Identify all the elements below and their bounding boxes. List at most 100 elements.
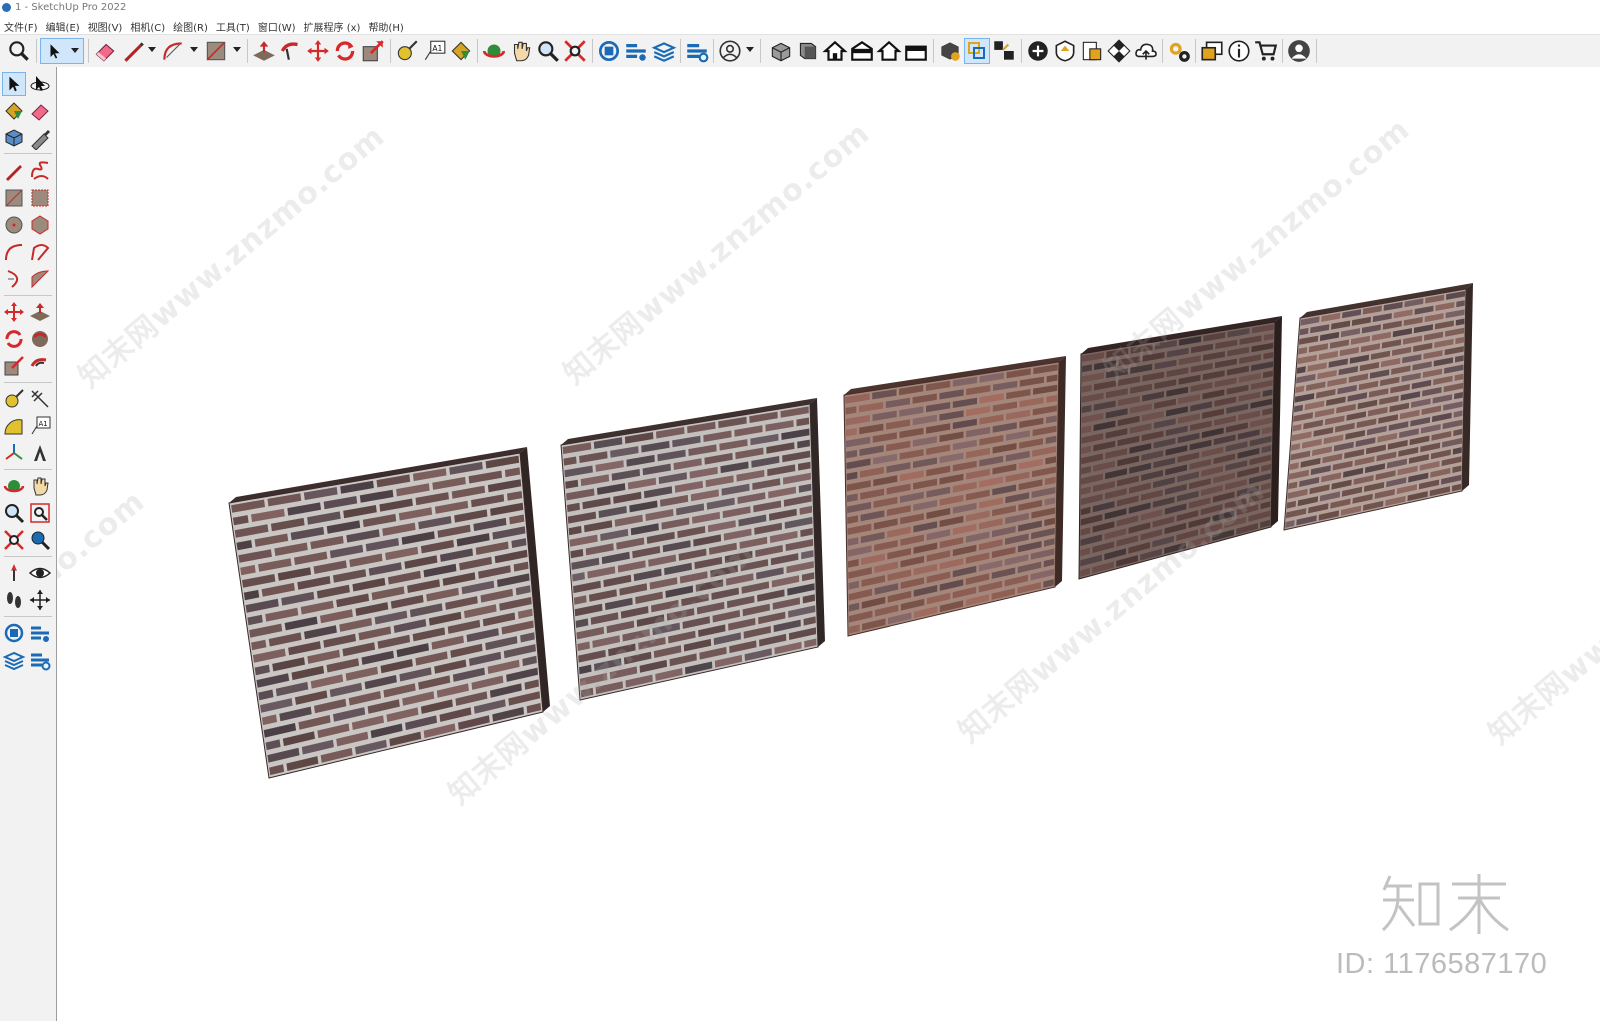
paint-bucket-icon[interactable] bbox=[2, 99, 26, 123]
zoom-icon[interactable] bbox=[6, 38, 32, 64]
look-around-icon[interactable] bbox=[28, 561, 52, 585]
select-icon[interactable] bbox=[2, 72, 26, 96]
right-view-icon[interactable] bbox=[849, 38, 875, 64]
left-view-icon[interactable] bbox=[903, 38, 929, 64]
tape-icon[interactable] bbox=[28, 126, 52, 150]
zoom-extents-icon[interactable] bbox=[2, 528, 26, 552]
zoom-extents-icon[interactable] bbox=[562, 38, 588, 64]
text-icon[interactable]: A1 bbox=[28, 414, 52, 438]
add-location-icon[interactable] bbox=[1025, 38, 1051, 64]
sandbox-icon[interactable] bbox=[991, 38, 1017, 64]
back-view-icon[interactable] bbox=[876, 38, 902, 64]
follow-me-icon[interactable] bbox=[278, 38, 304, 64]
entity-info-icon[interactable] bbox=[1199, 38, 1225, 64]
arc-icon[interactable] bbox=[2, 240, 26, 264]
asset-id-label: ID: 1176587170 bbox=[1336, 948, 1548, 980]
select-icon[interactable] bbox=[40, 38, 84, 64]
warehouse-icon[interactable] bbox=[596, 38, 622, 64]
warehouse-icon[interactable] bbox=[2, 621, 26, 645]
rotated-rectangle-icon[interactable] bbox=[28, 186, 52, 210]
brick-wall-panel[interactable] bbox=[843, 356, 1066, 637]
iso-view-icon[interactable] bbox=[768, 38, 794, 64]
solid-tools-icon[interactable] bbox=[937, 38, 963, 64]
zoom-icon[interactable] bbox=[535, 38, 561, 64]
profile-icon[interactable] bbox=[1286, 38, 1312, 64]
push-pull-icon[interactable] bbox=[251, 38, 277, 64]
position-camera-icon[interactable] bbox=[2, 561, 26, 585]
styles-icon[interactable] bbox=[1106, 38, 1132, 64]
polygon-icon[interactable] bbox=[28, 213, 52, 237]
pie-icon[interactable] bbox=[28, 267, 52, 291]
tape-measure-icon[interactable] bbox=[394, 38, 420, 64]
move-icon[interactable] bbox=[305, 38, 331, 64]
arc-icon[interactable] bbox=[160, 38, 186, 64]
3d-text-icon[interactable] bbox=[28, 441, 52, 465]
cart-icon[interactable] bbox=[1253, 38, 1279, 64]
window-title: 1 - SketchUp Pro 2022 bbox=[15, 2, 127, 13]
layers-icon[interactable] bbox=[1079, 38, 1105, 64]
account-icon[interactable] bbox=[717, 38, 743, 64]
orbit-icon[interactable] bbox=[28, 72, 52, 96]
extension-manager-icon[interactable] bbox=[684, 38, 710, 64]
scale-icon[interactable] bbox=[360, 38, 386, 64]
walk-icon[interactable] bbox=[2, 588, 26, 612]
layout-icon[interactable] bbox=[2, 648, 26, 672]
outer-shell-icon[interactable] bbox=[964, 38, 990, 64]
orbit-icon[interactable] bbox=[481, 38, 507, 64]
offset-icon[interactable] bbox=[28, 354, 52, 378]
pencil-icon[interactable] bbox=[2, 159, 26, 183]
3d-viewport[interactable]: 知末网www.znzmo.com 知末网www.znzmo.com 知末网www… bbox=[57, 67, 1600, 1021]
svg-text:A1: A1 bbox=[39, 420, 48, 428]
pan-icon[interactable] bbox=[508, 38, 534, 64]
eraser-icon[interactable] bbox=[92, 38, 118, 64]
cloud-upload-icon[interactable] bbox=[1133, 38, 1159, 64]
follow-me-icon[interactable] bbox=[28, 327, 52, 351]
orbit-icon[interactable] bbox=[2, 474, 26, 498]
circle-icon[interactable] bbox=[2, 213, 26, 237]
layout-icon[interactable] bbox=[651, 38, 677, 64]
menu-file[interactable]: 文件(F) bbox=[0, 17, 42, 34]
svg-text:A1: A1 bbox=[432, 44, 442, 53]
line-icon[interactable] bbox=[120, 38, 146, 64]
menu-tools[interactable]: 工具(T) bbox=[212, 17, 254, 34]
menu-help[interactable]: 帮助(H) bbox=[364, 17, 407, 34]
menu-draw[interactable]: 绘图(R) bbox=[169, 17, 212, 34]
rotate-icon[interactable] bbox=[332, 38, 358, 64]
scale-icon[interactable] bbox=[2, 354, 26, 378]
zoom-icon[interactable] bbox=[2, 501, 26, 525]
top-view-icon[interactable] bbox=[822, 38, 848, 64]
extension-warehouse-icon[interactable] bbox=[623, 38, 649, 64]
component-icon[interactable] bbox=[2, 126, 26, 150]
freehand-icon[interactable] bbox=[28, 159, 52, 183]
menu-extensions[interactable]: 扩展程序 (x) bbox=[300, 17, 365, 34]
text-icon[interactable]: A1 bbox=[421, 38, 447, 64]
info-icon[interactable] bbox=[1226, 38, 1252, 64]
menu-view[interactable]: 视图(V) bbox=[84, 17, 127, 34]
paint-bucket-icon[interactable] bbox=[448, 38, 474, 64]
push-pull-icon[interactable] bbox=[28, 300, 52, 324]
eraser-icon[interactable] bbox=[28, 99, 52, 123]
zoom-window-icon[interactable] bbox=[28, 501, 52, 525]
menu-camera[interactable]: 相机(C) bbox=[126, 17, 169, 34]
rotate-icon[interactable] bbox=[2, 327, 26, 351]
section-plane-icon[interactable] bbox=[28, 588, 52, 612]
front-view-icon[interactable] bbox=[795, 38, 821, 64]
menu-edit[interactable]: 编辑(E) bbox=[42, 17, 84, 34]
photo-texture-icon[interactable] bbox=[1052, 38, 1078, 64]
dimension-icon[interactable] bbox=[28, 387, 52, 411]
tape-measure-icon[interactable] bbox=[2, 387, 26, 411]
settings-icon[interactable] bbox=[1166, 38, 1192, 64]
three-point-arc-icon[interactable] bbox=[2, 267, 26, 291]
extension-manager-icon[interactable] bbox=[28, 648, 52, 672]
axes-icon[interactable] bbox=[2, 441, 26, 465]
extension-warehouse-icon[interactable] bbox=[28, 621, 52, 645]
pan-icon[interactable] bbox=[28, 474, 52, 498]
protractor-icon[interactable] bbox=[2, 414, 26, 438]
two-point-arc-icon[interactable] bbox=[28, 240, 52, 264]
rectangle-icon[interactable] bbox=[2, 186, 26, 210]
rectangle-icon[interactable] bbox=[203, 38, 229, 64]
previous-view-icon[interactable] bbox=[28, 528, 52, 552]
move-icon[interactable] bbox=[2, 300, 26, 324]
menu-window[interactable]: 窗口(W) bbox=[254, 17, 300, 34]
brick-wall-panel[interactable] bbox=[1283, 283, 1473, 531]
